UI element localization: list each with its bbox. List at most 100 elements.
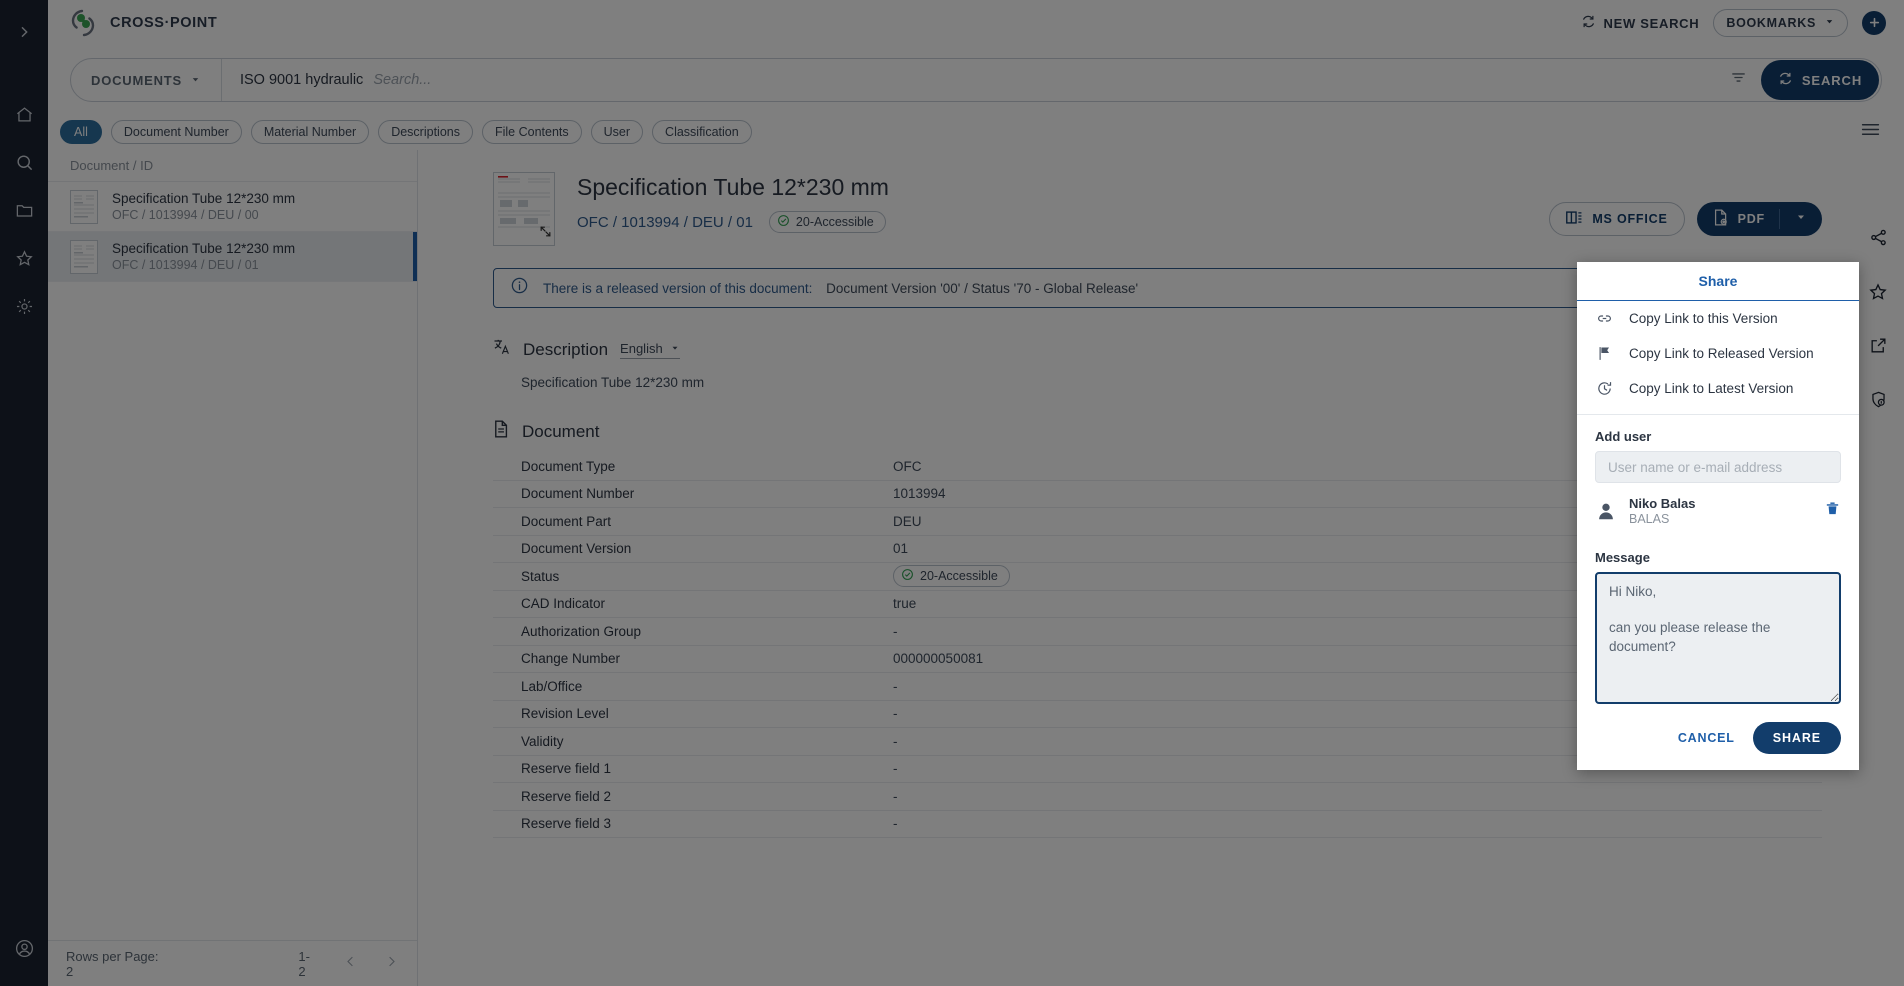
filter-button[interactable] (1716, 69, 1761, 91)
sidebar-item-home[interactable] (0, 90, 48, 138)
star-icon (15, 249, 34, 268)
app-header: CROSS·POINT NEW SEARCH BOOKMARKS (48, 0, 1904, 46)
copy-link-latest-version-item[interactable]: Copy Link to Latest Version (1577, 371, 1859, 406)
property-value: - (893, 733, 898, 749)
document-path: OFC / 1013994 / DEU / 01 (577, 213, 753, 231)
left-nav-rail (0, 0, 48, 986)
expand-sidebar-button[interactable] (0, 8, 48, 56)
copy-link-released-version-item[interactable]: Copy Link to Released Version (1577, 336, 1859, 371)
gear-icon (15, 297, 34, 316)
chip-label: User (603, 125, 631, 139)
sidebar-item-favorites[interactable] (0, 234, 48, 282)
refresh-icon (1778, 71, 1793, 89)
new-search-button[interactable]: NEW SEARCH (1581, 14, 1700, 32)
ms-office-icon (1566, 210, 1583, 228)
language-value: English (620, 340, 663, 356)
list-item-title: Specification Tube 12*230 mm (112, 191, 296, 206)
message-textarea[interactable] (1595, 572, 1841, 704)
banner-lead: There is a released version of this docu… (543, 280, 813, 296)
property-key: Status (521, 568, 560, 584)
status-badge: 20-Accessible (768, 211, 886, 233)
document-thumbnail-icon (70, 189, 98, 224)
list-item-text: Specification Tube 12*230 mm OFC / 10139… (112, 191, 295, 222)
security-info-button[interactable] (1862, 386, 1894, 418)
sidebar-item-search[interactable] (0, 138, 48, 186)
prev-page-button[interactable] (343, 954, 358, 974)
table-row: Reserve field 2 - (493, 783, 1822, 811)
bookmarks-dropdown[interactable]: BOOKMARKS (1713, 9, 1848, 37)
chip-label: Descriptions (391, 125, 460, 139)
chip-material-number[interactable]: Material Number (250, 120, 370, 144)
property-value: - (893, 623, 898, 639)
property-key: Reserve field 1 (521, 761, 612, 777)
share-popover-actions: CANCEL SHARE (1577, 704, 1859, 758)
status-badge-label: 20-Accessible (795, 215, 874, 229)
property-key: Document Version (521, 541, 632, 557)
list-item-text: Specification Tube 12*230 mm OFC / 10139… (112, 241, 295, 272)
share-button[interactable] (1862, 224, 1894, 256)
property-key: Validity (521, 733, 564, 749)
banner-detail: Document Version '00' / Status '70 - Glo… (826, 280, 1139, 296)
cancel-button[interactable]: CANCEL (1674, 725, 1739, 751)
star-outline-icon (1868, 282, 1888, 307)
chip-file-contents[interactable]: File Contents (481, 120, 582, 144)
remove-user-button[interactable] (1824, 500, 1841, 522)
document-thumbnail-icon (70, 239, 98, 274)
language-select[interactable]: English (620, 341, 680, 359)
pdf-dropdown-button[interactable] (1780, 210, 1822, 228)
pagination: Rows per Page: 2 1-2 (48, 940, 417, 986)
chip-document-number[interactable]: Document Number (110, 120, 242, 144)
chip-descriptions[interactable]: Descriptions (378, 120, 473, 144)
property-key: Reserve field 2 (521, 788, 612, 804)
banner-text: There is a released version of this docu… (543, 281, 1138, 296)
shared-user-row: Niko Balas BALAS (1577, 483, 1859, 536)
sidebar-item-account[interactable] (0, 924, 48, 972)
copy-link-this-version-label: Copy Link to this Version (1629, 311, 1778, 326)
status-badge: 20-Accessible (893, 565, 1010, 588)
info-circle-icon (510, 276, 529, 300)
chip-label: Classification (665, 125, 739, 139)
person-avatar-icon (1595, 500, 1617, 522)
status-badge-label: 20-Accessible (920, 569, 998, 584)
add-user-label: Add user (1595, 429, 1652, 444)
document-actions: MS OFFICE PDF (1549, 172, 1822, 236)
add-button[interactable] (1862, 11, 1886, 35)
list-item[interactable]: Specification Tube 12*230 mm OFC / 10139… (48, 232, 417, 282)
chevron-down-icon (670, 341, 680, 356)
chip-user[interactable]: User (590, 120, 644, 144)
property-key: Revision Level (521, 706, 609, 722)
filter-icon (1730, 69, 1747, 91)
bookmark-button[interactable] (1862, 278, 1894, 310)
document-title-block: Specification Tube 12*230 mm OFC / 10139… (577, 172, 889, 233)
chip-all[interactable]: All (60, 120, 102, 144)
share-submit-button[interactable]: SHARE (1752, 722, 1841, 754)
property-value: - (893, 706, 898, 722)
search-scope-dropdown[interactable]: DOCUMENTS (71, 59, 222, 101)
open-external-button[interactable] (1862, 332, 1894, 364)
pdf-button-group[interactable]: PDF (1696, 202, 1822, 236)
next-page-button[interactable] (384, 954, 399, 974)
pdf-button[interactable]: PDF (1697, 209, 1780, 229)
chip-label: File Contents (494, 125, 569, 139)
search-input-value: ISO 9001 hydraulic (239, 72, 364, 88)
list-item[interactable]: Specification Tube 12*230 mm OFC / 10139… (48, 182, 417, 232)
ms-office-button[interactable]: MS OFFICE (1549, 202, 1685, 236)
chip-classification[interactable]: Classification (652, 120, 752, 144)
chip-label: Document Number (123, 125, 229, 139)
translate-icon (493, 338, 511, 361)
search-button[interactable]: SEARCH (1761, 60, 1879, 100)
view-options-button[interactable] (1861, 122, 1892, 142)
document-preview-thumbnail[interactable] (493, 172, 555, 246)
add-user-input[interactable] (1595, 451, 1841, 483)
search-input[interactable]: ISO 9001 hydraulic Search... (222, 72, 1716, 88)
property-key: Change Number (521, 651, 621, 667)
property-key: Reserve field 3 (521, 816, 612, 832)
sidebar-item-folders[interactable] (0, 186, 48, 234)
copy-link-latest-version-label: Copy Link to Latest Version (1629, 381, 1794, 396)
trash-icon (1824, 502, 1841, 521)
check-circle-icon (777, 214, 790, 230)
property-key: Lab/Office (521, 678, 583, 694)
copy-link-this-version-item[interactable]: Copy Link to this Version (1577, 301, 1859, 336)
sidebar-item-settings[interactable] (0, 282, 48, 330)
description-section-title: Description (523, 339, 609, 359)
